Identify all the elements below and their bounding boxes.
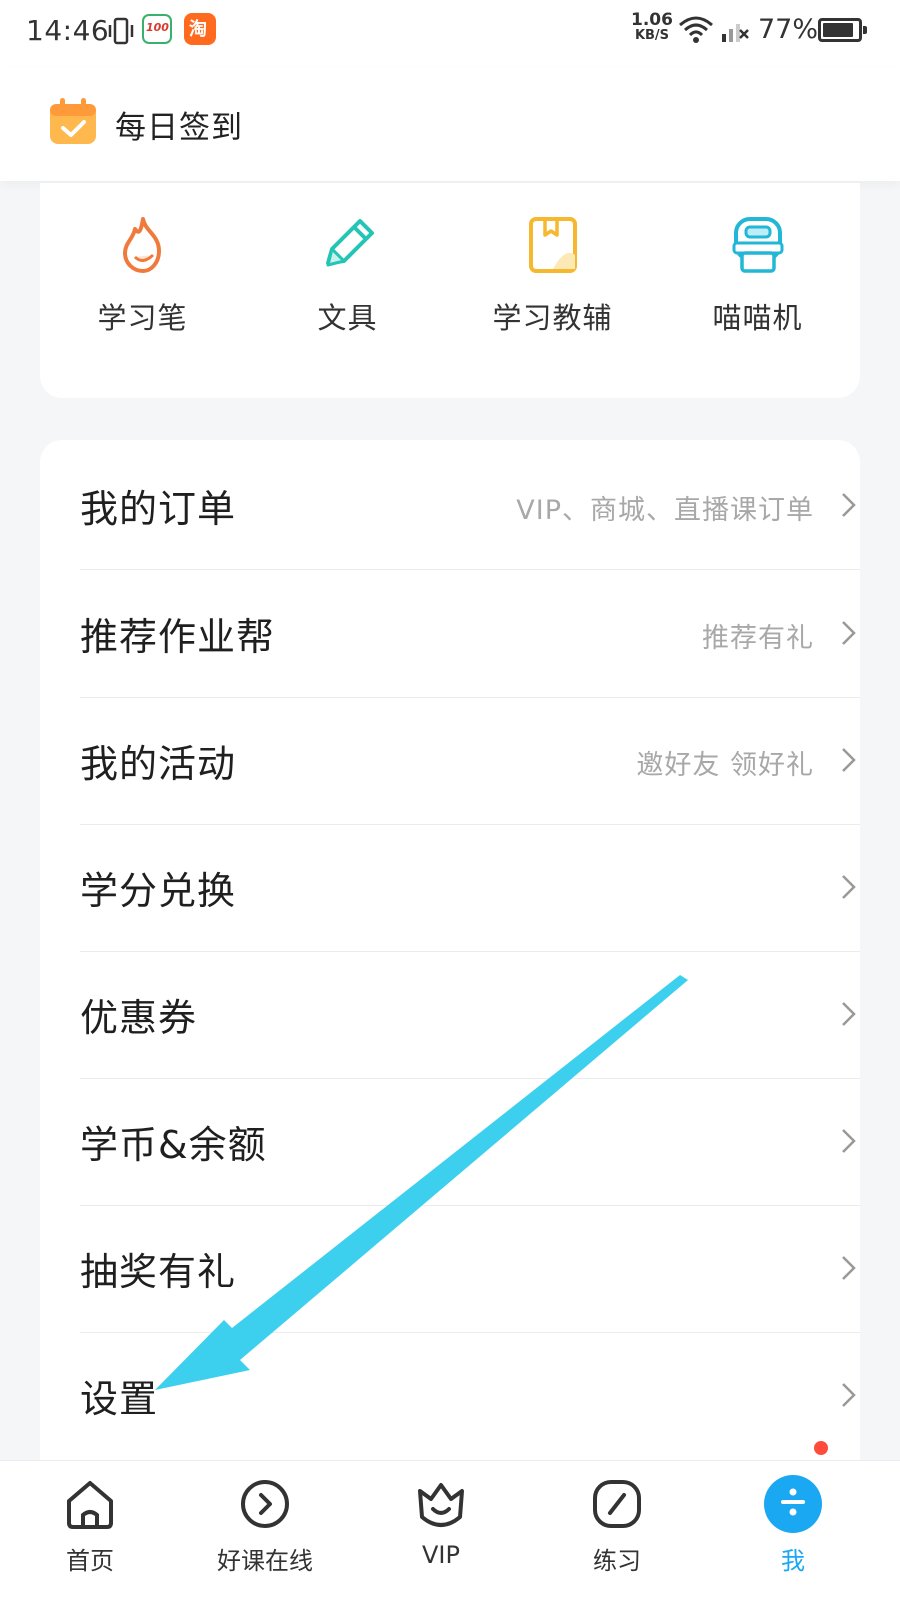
menu-card: 我的订单 VIP、商城、直播课订单 推荐作业帮 推荐有礼 我的活动 邀好友 领好… xyxy=(40,440,860,1480)
tab-online-courses[interactable]: 好课在线 xyxy=(195,1475,335,1595)
menu-item-title: 推荐作业帮 xyxy=(80,615,276,659)
category-label: 喵喵机 xyxy=(712,301,803,335)
menu-item-recommend[interactable]: 推荐作业帮 推荐有礼 xyxy=(80,568,860,698)
profile-icon xyxy=(764,1475,822,1533)
menu-item-title: 我的订单 xyxy=(80,487,237,531)
network-speed: 1.06 KB/S xyxy=(631,10,673,44)
status-time: 14:46 xyxy=(26,14,110,47)
category-label: 文具 xyxy=(317,301,378,335)
category-label: 学习教辅 xyxy=(492,301,613,335)
chevron-right-icon xyxy=(842,493,856,517)
tab-label: 首页 xyxy=(66,1547,114,1575)
chevron-right-icon xyxy=(842,1129,856,1153)
calendar-check-icon xyxy=(50,98,96,144)
pen-square-icon xyxy=(593,1480,641,1528)
category-label: 学习笔 xyxy=(97,301,188,335)
tab-home[interactable]: 首页 xyxy=(20,1475,160,1595)
menu-item-coins-balance[interactable]: 学币&余额 xyxy=(80,1076,860,1206)
battery-percent: 77% xyxy=(758,14,819,45)
notification-dot xyxy=(814,1441,828,1455)
menu-item-credit-exchange[interactable]: 学分兑换 xyxy=(80,822,860,952)
menu-item-hint: VIP、商城、直播课订单 xyxy=(516,495,814,526)
menu-item-title: 优惠券 xyxy=(80,996,198,1040)
bottom-tab-bar: 首页 好课在线 VIP 练习 我 xyxy=(0,1460,900,1601)
chevron-right-icon xyxy=(842,1002,856,1026)
printer-icon xyxy=(732,217,783,273)
tab-me[interactable]: 我 xyxy=(723,1475,863,1595)
chevron-right-icon xyxy=(842,1383,856,1407)
signal-icon xyxy=(722,24,749,42)
tab-label: 我 xyxy=(781,1547,805,1575)
menu-item-title: 我的活动 xyxy=(80,742,237,786)
category-stationery[interactable]: 文具 xyxy=(245,213,450,363)
battery-icon xyxy=(818,18,867,42)
category-meow-printer[interactable]: 喵喵机 xyxy=(655,213,860,363)
app-notification-icon: 100 xyxy=(142,14,172,44)
taobao-notification-icon: 淘 xyxy=(184,13,216,45)
tab-vip[interactable]: VIP xyxy=(371,1475,511,1595)
chevron-right-icon xyxy=(842,1256,856,1280)
play-circle-icon xyxy=(241,1480,289,1528)
tab-label: 好课在线 xyxy=(217,1547,313,1575)
wifi-icon xyxy=(679,16,713,43)
menu-item-hint: 推荐有礼 xyxy=(702,623,814,654)
category-card: 学习笔 文具 学习教辅 喵喵机 xyxy=(40,183,860,398)
menu-item-title: 学币&余额 xyxy=(80,1123,267,1167)
menu-item-hint: 邀好友 领好礼 xyxy=(636,750,814,781)
category-study-aids[interactable]: 学习教辅 xyxy=(450,213,655,363)
home-icon xyxy=(67,1481,113,1529)
vibrate-icon xyxy=(108,17,134,45)
chevron-right-icon xyxy=(842,748,856,772)
category-study-pen[interactable]: 学习笔 xyxy=(40,213,245,363)
menu-item-coupons[interactable]: 优惠券 xyxy=(80,949,860,1079)
menu-item-title: 学分兑换 xyxy=(80,869,237,913)
flame-icon xyxy=(122,217,161,273)
chevron-right-icon xyxy=(842,875,856,899)
daily-checkin-bar[interactable]: 每日签到 xyxy=(0,68,900,181)
crown-icon xyxy=(418,1483,464,1527)
menu-item-my-orders[interactable]: 我的订单 VIP、商城、直播课订单 xyxy=(80,440,860,570)
tab-label: 练习 xyxy=(593,1547,641,1575)
menu-item-my-activities[interactable]: 我的活动 邀好友 领好礼 xyxy=(80,695,860,825)
pencil-icon xyxy=(325,219,374,267)
book-icon xyxy=(528,217,577,273)
menu-item-title: 设置 xyxy=(80,1377,159,1421)
tab-practice[interactable]: 练习 xyxy=(547,1475,687,1595)
status-bar: 14:46 100 淘 1.06 KB/S 77% xyxy=(0,0,900,68)
menu-item-title: 抽奖有礼 xyxy=(80,1250,237,1294)
menu-item-lottery[interactable]: 抽奖有礼 xyxy=(80,1203,860,1333)
daily-checkin-label: 每日签到 xyxy=(115,110,243,146)
menu-item-settings[interactable]: 设置 xyxy=(80,1330,860,1460)
chevron-right-icon xyxy=(842,621,856,645)
tab-label: VIP xyxy=(422,1541,460,1569)
